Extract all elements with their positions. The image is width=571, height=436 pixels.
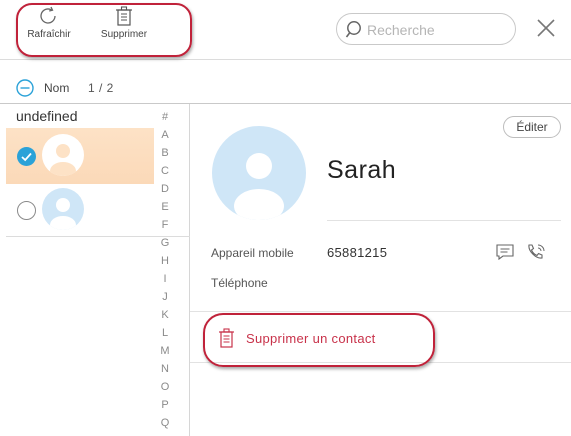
alphabet-letter[interactable]: C <box>157 162 173 180</box>
sort-label[interactable]: Nom <box>44 81 69 95</box>
alphabet-letter[interactable]: # <box>157 108 173 126</box>
alphabet-letter[interactable]: D <box>157 180 173 198</box>
refresh-icon <box>40 6 56 24</box>
contact-name: Sarah <box>327 156 397 184</box>
person-icon <box>42 188 84 230</box>
trash-icon <box>219 328 234 348</box>
edit-button[interactable]: Éditer <box>503 116 561 138</box>
delete-contact-button[interactable]: Supprimer un contact <box>218 328 418 350</box>
alphabet-letter[interactable]: M <box>157 342 173 360</box>
toolbar: Rafraîchir Supprimer <box>0 0 571 60</box>
alphabet-letter[interactable]: P <box>157 396 173 414</box>
avatar-large <box>212 126 306 220</box>
minus-circle-icon[interactable] <box>16 79 34 97</box>
delete-label: Supprimer <box>100 29 148 40</box>
avatar <box>42 188 84 230</box>
selection-count: 1 / 2 <box>88 81 114 95</box>
checkmark-icon <box>21 152 32 162</box>
person-icon <box>212 126 306 220</box>
field-label-telephone: Téléphone <box>211 276 268 290</box>
divider <box>190 362 571 363</box>
delete-contact-label: Supprimer un contact <box>246 331 376 346</box>
field-value-mobile: 65881215 <box>327 245 388 260</box>
alphabet-index: # A B C D E F G H I J K L M N O P Q <box>157 108 173 432</box>
checkbox-checked[interactable] <box>17 147 36 166</box>
sort-bar: Nom 1 / 2 <box>0 70 571 104</box>
alphabet-letter[interactable]: B <box>157 144 173 162</box>
search-icon <box>345 21 361 38</box>
alphabet-letter[interactable]: L <box>157 324 173 342</box>
refresh-button[interactable]: Rafraîchir <box>14 6 84 40</box>
alphabet-letter[interactable]: J <box>157 288 173 306</box>
contact-row[interactable] <box>6 182 154 238</box>
trash-icon <box>116 6 132 26</box>
alphabet-letter[interactable]: Q <box>157 414 173 432</box>
contact-detail: Éditer Sarah Appareil mobile 65881215 Té… <box>190 104 571 436</box>
alphabet-letter[interactable]: H <box>157 252 173 270</box>
alphabet-letter[interactable]: E <box>157 198 173 216</box>
field-label-mobile: Appareil mobile <box>211 246 294 260</box>
close-icon <box>537 19 555 37</box>
delete-button[interactable]: Supprimer <box>89 6 159 40</box>
alphabet-letter[interactable]: G <box>157 234 173 252</box>
checkbox-unchecked[interactable] <box>17 201 36 220</box>
alphabet-letter[interactable]: N <box>157 360 173 378</box>
alphabet-letter[interactable]: A <box>157 126 173 144</box>
alphabet-letter[interactable]: K <box>157 306 173 324</box>
close-button[interactable] <box>534 16 558 40</box>
message-icon[interactable] <box>495 243 515 261</box>
divider <box>190 311 571 312</box>
search-box[interactable] <box>336 13 516 45</box>
search-input[interactable] <box>367 20 507 40</box>
person-icon <box>42 134 84 176</box>
alphabet-letter[interactable]: O <box>157 378 173 396</box>
group-header: undefined <box>16 108 78 124</box>
avatar <box>42 134 84 176</box>
refresh-label: Rafraîchir <box>27 29 71 40</box>
phone-call-icon[interactable] <box>526 243 546 261</box>
divider <box>327 220 561 221</box>
alphabet-letter[interactable]: I <box>157 270 173 288</box>
contact-row[interactable] <box>6 128 154 184</box>
alphabet-letter[interactable]: F <box>157 216 173 234</box>
